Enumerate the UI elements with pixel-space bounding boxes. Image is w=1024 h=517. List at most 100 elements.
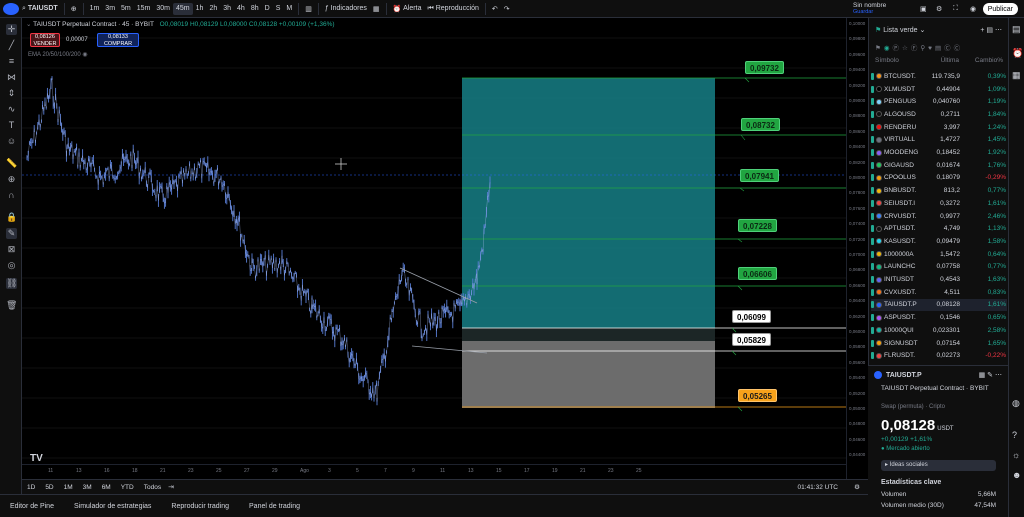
timeframe-30m[interactable]: 30m: [153, 3, 173, 15]
watchlist-row[interactable]: MOODENG 0,18452 1,92%: [871, 146, 1007, 159]
lock-drawings-icon[interactable]: 🔒: [6, 212, 17, 223]
trendline-icon[interactable]: ╱: [6, 40, 17, 51]
fib-icon[interactable]: ≡: [6, 56, 17, 67]
watchlist-row[interactable]: ASPUSDT. 0,1546 0,65%: [871, 311, 1007, 324]
watchlist-row[interactable]: CPOOLUS 0,18079 -0,29%: [871, 172, 1007, 185]
layout-grid-button[interactable]: ▣: [917, 2, 930, 16]
layout-icon[interactable]: ▤: [986, 27, 993, 34]
trash-icon[interactable]: 🗑: [6, 300, 17, 311]
watchlist-row[interactable]: ALGOUSD 0,2711 1,84%: [871, 108, 1007, 121]
notifications-icon[interactable]: ☼: [1012, 450, 1020, 460]
watchlist-row[interactable]: KASUSDT. 0,09479 1,58%: [871, 235, 1007, 248]
fullscreen-button[interactable]: ⛶: [950, 2, 961, 16]
watchlist-row[interactable]: XLMUSDT 0,44904 1,09%: [871, 83, 1007, 96]
watchlist-row[interactable]: BTCUSDT. 119.735,9 0,39%: [871, 70, 1007, 83]
layout-selector[interactable]: Sin nombre Guardar: [853, 2, 886, 16]
add-symbol-icon[interactable]: +: [980, 27, 984, 34]
link-icon[interactable]: ⛓: [6, 278, 17, 289]
emoji-icon[interactable]: ☺: [6, 136, 17, 147]
text-icon[interactable]: T: [6, 120, 17, 131]
ruler-icon[interactable]: 📏: [6, 158, 17, 169]
p-filter-icon[interactable]: Ⓟ: [893, 45, 903, 52]
heart-filter-icon[interactable]: ♥: [928, 45, 935, 52]
c-filter-icon[interactable]: Ⓒ: [944, 45, 954, 52]
timeframe-5m[interactable]: 5m: [118, 3, 134, 15]
watchlist-row[interactable]: GIGAUSD 0,01674 1,76%: [871, 159, 1007, 172]
grid-icon[interactable]: ▦: [979, 372, 986, 379]
range-1d[interactable]: 1D: [22, 484, 40, 491]
edit-icon[interactable]: ✎: [987, 372, 993, 379]
star-filter-icon[interactable]: ☆: [902, 45, 911, 52]
timeframe-D[interactable]: D: [262, 3, 273, 15]
templates-button[interactable]: ▦: [370, 2, 383, 16]
timeframe-S[interactable]: S: [273, 3, 284, 15]
timeframe-1m[interactable]: 1m: [87, 3, 103, 15]
range-3m[interactable]: 3M: [78, 484, 97, 491]
ideas-button[interactable]: ▸ Ideas sociales: [881, 460, 996, 471]
col-change[interactable]: Cambio%: [959, 57, 1003, 64]
watchlist-header[interactable]: ⚑ Lista verde ⌄: [875, 26, 925, 34]
settings-button[interactable]: ⚙: [933, 2, 945, 16]
snapshot-button[interactable]: ◉: [967, 2, 979, 16]
watchlist-row[interactable]: APTUSDT. 4,749 1,13%: [871, 222, 1007, 235]
watchlist-row[interactable]: VIRTUALL 1,4727 1,45%: [871, 134, 1007, 147]
timeframe-1h[interactable]: 1h: [193, 3, 207, 15]
target-label[interactable]: 0,05265: [738, 389, 777, 402]
timeframe-3h[interactable]: 3h: [220, 3, 234, 15]
lock-icon[interactable]: ⊠: [6, 244, 17, 255]
watchlist-row[interactable]: TAIUSDT.P 0,08128 1,61%: [871, 298, 1007, 312]
timeframe-15m[interactable]: 15m: [134, 3, 154, 15]
redo-button[interactable]: ↷: [501, 2, 513, 16]
crosshair-icon[interactable]: ✛: [6, 24, 17, 35]
undo-button[interactable]: ↶: [489, 2, 501, 16]
circle-filter-icon[interactable]: ◉: [884, 45, 893, 52]
watchlist-row[interactable]: RENDERU 3,997 1,24%: [871, 121, 1007, 134]
range-6m[interactable]: 6M: [97, 484, 116, 491]
chart-canvas[interactable]: TV: [22, 18, 868, 479]
eye-icon[interactable]: ◉: [82, 52, 87, 58]
chart-filter-icon[interactable]: ⚲: [920, 45, 928, 52]
timeframe-2h[interactable]: 2h: [206, 3, 220, 15]
price-chart[interactable]: TV: [22, 18, 868, 479]
more-icon[interactable]: ⋯: [995, 372, 1002, 379]
watchlist-row[interactable]: CVXUSDT. 4,511 0,83%: [871, 286, 1007, 299]
position-icon[interactable]: ⇕: [6, 88, 17, 99]
sell-button[interactable]: 0,08126 VENDER: [30, 33, 60, 47]
symbol-search[interactable]: ⌕ TAIUSDT: [19, 2, 61, 16]
col-symbol[interactable]: Símbolo: [875, 57, 919, 64]
timeframe-M[interactable]: M: [283, 3, 295, 15]
watchlist-row[interactable]: BNBUSDT. 813,2 0,77%: [871, 184, 1007, 197]
f-filter-icon[interactable]: Ⓕ: [911, 45, 921, 52]
alert-button[interactable]: ⏰ Alerta: [390, 2, 425, 16]
range-1m[interactable]: 1M: [59, 484, 78, 491]
cc-filter-icon[interactable]: Ⓒ: [954, 45, 964, 52]
go-to-date-icon[interactable]: ⇥: [168, 483, 174, 491]
timeframe-8h[interactable]: 8h: [248, 3, 262, 15]
range-ytd[interactable]: YTD: [116, 484, 139, 491]
price-scale[interactable]: 0,10000 0,09800 0,09600 0,09400 0,09200 0,090…: [846, 18, 868, 479]
watchlist-row[interactable]: SEIUSDT.I 0,3272 1,61%: [871, 197, 1007, 210]
watchlist-row[interactable]: 1000000A 1,5472 0,64%: [871, 248, 1007, 261]
pattern-icon[interactable]: ⋈: [6, 72, 17, 83]
watchlist-row[interactable]: 10000QUI 0,023301 2,58%: [871, 324, 1007, 337]
publish-button[interactable]: Publicar: [982, 3, 1018, 15]
range-5d[interactable]: 5D: [40, 484, 58, 491]
brush-icon[interactable]: ∿: [6, 104, 17, 115]
target-label[interactable]: 0,05829: [732, 333, 771, 346]
target-label[interactable]: 0,09732: [745, 61, 784, 74]
chat-icon[interactable]: ◍: [1012, 398, 1020, 409]
timeframe-4h[interactable]: 4h: [234, 3, 248, 15]
watchlist-row[interactable]: PENGUUS 0,040760 1,19%: [871, 95, 1007, 108]
flag-filter-icon[interactable]: ⚑: [875, 45, 884, 52]
panel-tab-1[interactable]: Simulador de estrategias: [64, 503, 161, 510]
buy-button[interactable]: 0,08133 COMPRAR: [97, 33, 139, 47]
target-label[interactable]: 0,07941: [740, 169, 779, 182]
stay-drawing-icon[interactable]: ✎: [6, 228, 17, 239]
chart-type-button[interactable]: ▥: [302, 2, 315, 16]
panel-tab-2[interactable]: Reproducir trading: [161, 503, 239, 510]
time-axis[interactable]: 11 13 16 18 21 23 25 27 29 Ago 3 5 7 9 11 13 15 17 19 21 23 2…: [22, 464, 846, 479]
news-icon[interactable]: ▦: [1012, 70, 1021, 81]
help-icon[interactable]: ?: [1012, 430, 1017, 440]
target-label[interactable]: 0,07228: [738, 219, 777, 232]
panel-tab-0[interactable]: Editor de Pine: [0, 503, 64, 510]
